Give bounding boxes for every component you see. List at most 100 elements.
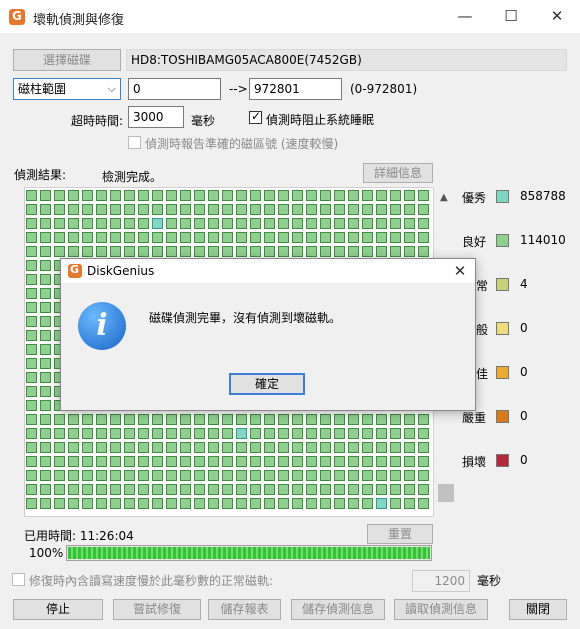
sector-block [26,456,37,467]
save-report-button[interactable]: 儲存報表 [208,599,281,620]
sector-block [166,484,177,495]
sector-block [110,246,121,257]
sector-block [208,484,219,495]
sector-block [124,246,135,257]
sector-block [306,246,317,257]
sector-block [376,204,387,215]
sector-block [390,470,401,481]
sector-block [194,414,205,425]
sector-block [418,428,429,439]
sector-block [26,386,37,397]
sector-block [390,428,401,439]
sector-block [222,218,233,229]
sector-block [404,470,415,481]
repair-threshold-input[interactable]: 1200 [412,570,470,592]
sector-block [250,442,261,453]
sector-block [124,204,135,215]
sector-block [138,204,149,215]
sector-block [124,442,135,453]
legend-label: 常 [476,279,489,293]
sector-block [124,470,135,481]
load-scan-info-button[interactable]: 讀取偵測信息 [394,599,488,620]
range-end-input[interactable]: 972801 [249,78,342,100]
sector-block [264,442,275,453]
minimize-button[interactable]: — [442,0,488,32]
prevent-sleep-checkbox[interactable] [249,109,262,124]
sector-block [320,470,331,481]
sector-block [264,204,275,215]
sector-block [26,470,37,481]
sector-block [124,498,135,509]
timeout-input[interactable]: 3000 [128,106,184,128]
sector-block [306,204,317,215]
repair-option-checkbox[interactable] [12,573,25,586]
sector-block [138,442,149,453]
sector-block [222,498,233,509]
sector-block [264,498,275,509]
sector-block [54,204,65,215]
sector-block [250,456,261,467]
details-button[interactable]: 詳細信息 [363,163,433,183]
sector-block [96,190,107,201]
close-button[interactable]: 關閉 [509,599,567,620]
sector-block [68,246,79,257]
sector-block [264,232,275,243]
sector-block [110,218,121,229]
sector-block [334,484,345,495]
legend-label: 嚴重 [462,411,487,425]
sector-block [250,414,261,425]
range-start-input[interactable]: 0 [128,78,221,100]
stop-button[interactable]: 停止 [13,599,103,620]
sector-block [152,484,163,495]
sector-block [82,456,93,467]
close-window-button[interactable]: ✕ [534,0,580,32]
range-mode-select[interactable]: 磁柱範圍 ⌵ [13,78,121,100]
sector-block [180,456,191,467]
sector-block [180,204,191,215]
sector-block [26,204,37,215]
sector-block [68,470,79,481]
sector-block [348,498,359,509]
repair-option-label: 修復時內含讀寫速度慢於此毫秒數的正常磁軌: [29,574,274,588]
sector-block [362,218,373,229]
diskgenius-logo-icon [9,9,25,25]
sector-block [264,456,275,467]
scroll-up-icon[interactable]: ▲ [440,192,448,203]
reset-button[interactable]: 重置 [367,524,433,544]
sector-block [40,358,51,369]
sector-block [40,316,51,327]
sector-block [334,456,345,467]
sector-block [390,246,401,257]
sector-block [320,232,331,243]
sector-block [82,442,93,453]
sector-block [68,442,79,453]
timeout-unit: 毫秒 [191,114,216,128]
sector-block [306,428,317,439]
select-disk-button[interactable]: 選擇磁碟 [13,49,121,71]
report-sector-checkbox[interactable] [128,136,141,149]
map-scroll-thumb[interactable] [438,484,454,502]
sector-block [250,232,261,243]
sector-block [236,190,247,201]
save-scan-info-button[interactable]: 儲存偵測信息 [291,599,385,620]
sector-block [418,484,429,495]
repair-threshold-unit: 毫秒 [477,574,502,588]
sector-block [418,190,429,201]
sector-block [264,414,275,425]
sector-block [334,470,345,481]
dialog-close-button[interactable]: ✕ [445,259,475,283]
sector-block [334,218,345,229]
try-repair-button[interactable]: 嘗試修復 [113,599,201,620]
sector-block [208,428,219,439]
sector-block [138,190,149,201]
sector-block [236,414,247,425]
sector-block [348,484,359,495]
sector-block [404,428,415,439]
maximize-button[interactable]: ☐ [488,0,534,32]
sector-block [404,190,415,201]
range-mode-value: 磁柱範圍 [18,82,67,96]
sector-block [250,498,261,509]
sector-block [208,414,219,425]
dialog-ok-button[interactable]: 確定 [229,373,305,395]
sector-block [110,498,121,509]
